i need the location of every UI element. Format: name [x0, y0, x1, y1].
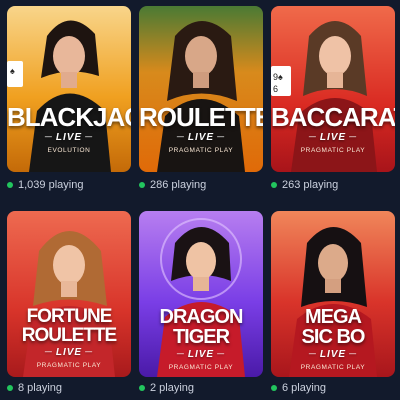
live-casino-grid: ♠ BLACKJACK LIVE EVOLUTION ROU	[0, 0, 400, 400]
player-count: 6 playing	[271, 381, 326, 395]
player-count-text: 6 playing	[282, 382, 327, 394]
game-tile-mega-sic-bo[interactable]: MEGA SIC BO LIVE PRAGMATIC PLAY	[271, 211, 395, 377]
provider-label: PRAGMATIC PLAY	[300, 147, 366, 154]
player-count: 1,039 playing	[7, 178, 83, 192]
game-title-line-2: TIGER	[172, 326, 230, 348]
game-title-line-1: DRAGON	[159, 306, 244, 328]
online-dot-icon	[139, 182, 145, 188]
player-count-text: 1,039 playing	[18, 179, 84, 191]
game-title: ROULETTE	[139, 102, 263, 132]
online-dot-icon	[271, 385, 277, 391]
player-count: 263 playing	[271, 178, 338, 192]
title-block: BLACKJACK LIVE EVOLUTION	[7, 104, 131, 154]
live-badge: LIVE	[7, 347, 131, 358]
svg-text:9♠: 9♠	[273, 72, 283, 82]
game-title: BACCARAT	[271, 102, 395, 132]
player-count-text: 8 playing	[18, 382, 63, 394]
player-count: 286 playing	[139, 178, 206, 192]
online-dot-icon	[7, 182, 13, 188]
svg-text:♠: ♠	[10, 66, 15, 76]
online-dot-icon	[271, 182, 277, 188]
svg-text:6: 6	[273, 84, 278, 94]
live-badge: LIVE	[7, 132, 131, 143]
live-badge: LIVE	[271, 349, 395, 360]
online-dot-icon	[139, 385, 145, 391]
live-badge: LIVE	[271, 132, 395, 143]
game-tile-roulette[interactable]: ROULETTE LIVE PRAGMATIC PLAY	[139, 6, 263, 172]
provider-label: PRAGMATIC PLAY	[36, 362, 102, 369]
game-title-line-2: SIC BO	[301, 326, 366, 348]
provider-label: PRAGMATIC PLAY	[168, 364, 234, 371]
player-count: 8 playing	[7, 381, 62, 395]
title-block: MEGA SIC BO LIVE PRAGMATIC PLAY	[271, 307, 395, 371]
game-title-line-2: ROULETTE	[21, 325, 117, 346]
game-title: BLACKJACK	[7, 102, 131, 132]
title-block: FORTUNE ROULETTE LIVE PRAGMATIC PLAY	[7, 307, 131, 369]
game-title-line-1: MEGA	[305, 306, 362, 328]
title-block: DRAGON TIGER LIVE PRAGMATIC PLAY	[139, 307, 263, 371]
game-tile-blackjack[interactable]: ♠ BLACKJACK LIVE EVOLUTION	[7, 6, 131, 172]
provider-label: PRAGMATIC PLAY	[168, 147, 234, 154]
provider-label: PRAGMATIC PLAY	[300, 364, 366, 371]
player-count-text: 263 playing	[282, 179, 339, 191]
provider-label: EVOLUTION	[47, 147, 91, 154]
player-count-text: 286 playing	[150, 179, 207, 191]
online-dot-icon	[7, 385, 13, 391]
player-count-text: 2 playing	[150, 382, 195, 394]
live-badge: LIVE	[139, 349, 263, 360]
game-tile-fortune-roulette[interactable]: FORTUNE ROULETTE LIVE PRAGMATIC PLAY	[7, 211, 131, 377]
title-block: BACCARAT LIVE PRAGMATIC PLAY	[271, 104, 395, 154]
live-badge: LIVE	[139, 132, 263, 143]
game-tile-dragon-tiger[interactable]: DRAGON TIGER LIVE PRAGMATIC PLAY	[139, 211, 263, 377]
game-title-line-1: FORTUNE	[26, 306, 113, 327]
game-tile-baccarat[interactable]: 9♠ 6 BACCARAT LIVE PRAGMATIC PLAY	[271, 6, 395, 172]
player-count: 2 playing	[139, 381, 194, 395]
title-block: ROULETTE LIVE PRAGMATIC PLAY	[139, 104, 263, 154]
